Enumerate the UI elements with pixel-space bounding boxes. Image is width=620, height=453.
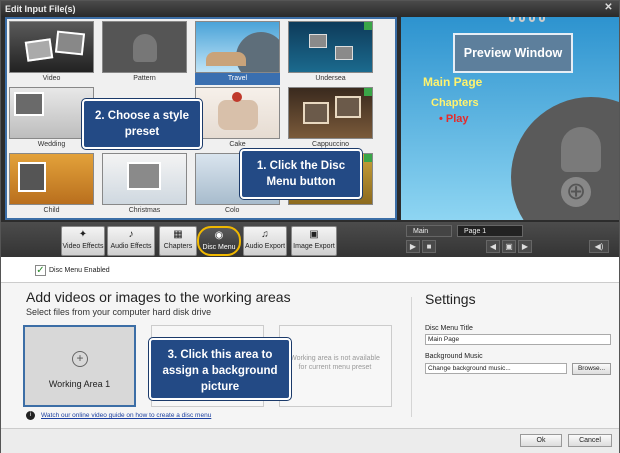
browse-button[interactable]: Browse... bbox=[572, 363, 611, 375]
help-link[interactable]: Watch our online video guide on how to c… bbox=[41, 411, 211, 420]
title-bar: Edit Input File(s) ✕ bbox=[1, 1, 619, 17]
preview-menu-item: • Play bbox=[439, 113, 469, 125]
ok-button[interactable]: Ok bbox=[520, 434, 562, 447]
background-music-field[interactable]: Change background music... bbox=[425, 363, 567, 374]
preset-label: Video bbox=[42, 75, 61, 82]
upper-panel: Video Pattern Travel Undersea Wedding Ca… bbox=[1, 17, 619, 258]
preset-label: Child bbox=[43, 207, 60, 214]
window-title: Edit Input File(s) bbox=[5, 4, 76, 14]
preset-video[interactable]: Video bbox=[9, 21, 94, 85]
preset-label: Colo bbox=[225, 207, 240, 214]
preset-label: Christmas bbox=[128, 207, 161, 214]
working-area-3: Working area is not available for curren… bbox=[279, 325, 392, 407]
preview-menu-item: Chapters bbox=[431, 97, 479, 109]
add-image-icon: ⊕ bbox=[561, 177, 591, 207]
preset-christmas[interactable]: Christmas bbox=[102, 153, 187, 217]
disc-menu-enabled-row: ✓ Disc Menu Enabled bbox=[1, 257, 619, 283]
preset-thumbnail bbox=[102, 153, 187, 205]
settings-heading: Settings bbox=[425, 291, 476, 307]
spiral-icon bbox=[519, 17, 525, 22]
video-effects-button[interactable]: ✦ Video Effects bbox=[61, 226, 105, 256]
tab-page-1[interactable]: Page 1 bbox=[457, 225, 523, 237]
tab-main[interactable]: Main bbox=[406, 225, 452, 237]
disc-menu-enabled-label: Disc Menu Enabled bbox=[49, 267, 110, 274]
audio-export-icon: ♫ bbox=[261, 229, 269, 240]
page-subtitle: Select files from your computer hard dis… bbox=[26, 307, 212, 317]
new-badge-icon bbox=[364, 88, 372, 96]
stop-icon[interactable]: ■ bbox=[422, 240, 436, 253]
preset-label: Pattern bbox=[133, 75, 156, 82]
edit-input-window: Edit Input File(s) ✕ Video Pattern Trave… bbox=[0, 0, 620, 453]
preset-cake[interactable]: Cake bbox=[195, 87, 280, 151]
preset-gallery: Video Pattern Travel Undersea Wedding Ca… bbox=[5, 17, 397, 220]
preset-label: Undersea bbox=[315, 75, 346, 82]
preview-window-label: Preview Window bbox=[453, 33, 573, 73]
preset-thumbnail bbox=[288, 87, 373, 139]
preset-thumbnail bbox=[288, 21, 373, 73]
spiral-icon bbox=[509, 17, 515, 22]
cancel-button[interactable]: Cancel bbox=[568, 434, 612, 447]
audio-export-button[interactable]: ♫ Audio Export bbox=[243, 226, 287, 256]
preset-child[interactable]: Child bbox=[9, 153, 94, 217]
add-icon: + bbox=[72, 351, 88, 367]
callout-style-preset: 2. Choose a style preset bbox=[82, 99, 202, 149]
preset-thumbnail bbox=[195, 87, 280, 139]
new-badge-icon bbox=[364, 22, 372, 30]
working-areas-panel: Add videos or images to the working area… bbox=[1, 283, 619, 428]
preview-menu-item: Main Page bbox=[423, 75, 483, 89]
callout-disc-menu: 1. Click the Disc Menu button bbox=[240, 149, 362, 199]
spiral-icon bbox=[539, 17, 545, 22]
preset-travel[interactable]: Travel bbox=[195, 21, 280, 85]
disc-menu-enabled-checkbox[interactable]: ✓ bbox=[35, 265, 46, 276]
volume-icon[interactable]: ◀) bbox=[589, 240, 609, 253]
callout-working-area: 3. Click this area to assign a backgroun… bbox=[149, 338, 291, 400]
page-title: Add videos or images to the working area… bbox=[26, 289, 291, 305]
audio-effects-button[interactable]: ♪ Audio Effects bbox=[107, 226, 155, 256]
disc-menu-button[interactable]: ◉ Disc Menu bbox=[197, 226, 241, 256]
image-export-button[interactable]: ▣ Image Export bbox=[291, 226, 337, 256]
working-area-1[interactable]: + Working Area 1 bbox=[23, 325, 136, 407]
new-badge-icon bbox=[364, 154, 372, 162]
person-placeholder-icon bbox=[561, 127, 601, 172]
audio-effects-icon: ♪ bbox=[128, 229, 134, 240]
preset-pattern[interactable]: Pattern bbox=[102, 21, 187, 85]
close-icon[interactable]: ✕ bbox=[602, 2, 615, 14]
next-icon[interactable]: ▶ bbox=[518, 240, 532, 253]
play-icon[interactable]: ▶ bbox=[406, 240, 420, 253]
chapters-button[interactable]: ▦ Chapters bbox=[159, 226, 197, 256]
preset-thumbnail bbox=[102, 21, 187, 73]
divider bbox=[411, 297, 412, 417]
preset-thumbnail bbox=[195, 21, 280, 73]
prev-icon[interactable]: ◀ bbox=[486, 240, 500, 253]
background-music-label: Background Music bbox=[425, 353, 483, 360]
preset-undersea[interactable]: Undersea bbox=[288, 21, 373, 85]
chapters-icon: ▦ bbox=[173, 229, 183, 240]
lock-icon[interactable]: ▣ bbox=[502, 240, 516, 253]
dialog-footer: Ok Cancel bbox=[1, 428, 619, 453]
help-icon: i bbox=[26, 411, 35, 420]
disc-menu-icon: ◉ bbox=[214, 230, 224, 241]
bottom-toolbar: ✦ Video Effects ♪ Audio Effects ▦ Chapters … bbox=[1, 222, 619, 258]
preset-thumbnail bbox=[9, 21, 94, 73]
disc-menu-title-field[interactable]: Main Page bbox=[425, 334, 611, 345]
image-export-icon: ▣ bbox=[309, 229, 319, 240]
preset-cappuccino[interactable]: Cappuccino bbox=[288, 87, 373, 151]
disc-menu-title-label: Disc Menu Title bbox=[425, 325, 473, 332]
preview-window: ⊕ Main Page Chapters • Play Preview Wind… bbox=[401, 17, 619, 220]
spiral-icon bbox=[529, 17, 535, 22]
video-effects-icon: ✦ bbox=[78, 229, 88, 240]
preset-thumbnail bbox=[9, 153, 94, 205]
preset-label: Travel bbox=[195, 73, 280, 85]
